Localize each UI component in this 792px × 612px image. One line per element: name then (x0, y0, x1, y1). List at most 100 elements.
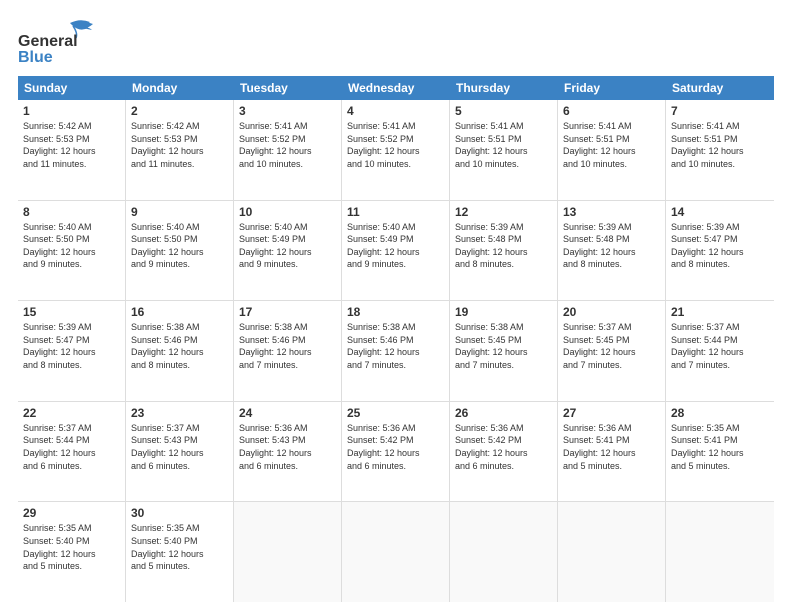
day-info: Sunrise: 5:38 AM Sunset: 5:46 PM Dayligh… (347, 321, 444, 371)
day-number: 2 (131, 104, 228, 118)
header: General Blue (18, 18, 774, 68)
calendar-cell: 13 Sunrise: 5:39 AM Sunset: 5:48 PM Dayli… (558, 201, 666, 301)
day-info: Sunrise: 5:37 AM Sunset: 5:44 PM Dayligh… (671, 321, 769, 371)
day-number: 14 (671, 205, 769, 219)
day-number: 28 (671, 406, 769, 420)
day-info: Sunrise: 5:37 AM Sunset: 5:44 PM Dayligh… (23, 422, 120, 472)
day-number: 19 (455, 305, 552, 319)
day-number: 4 (347, 104, 444, 118)
calendar-cell: 24 Sunrise: 5:36 AM Sunset: 5:43 PM Dayli… (234, 402, 342, 502)
day-info: Sunrise: 5:41 AM Sunset: 5:51 PM Dayligh… (563, 120, 660, 170)
day-number: 22 (23, 406, 120, 420)
day-number: 10 (239, 205, 336, 219)
calendar-cell (666, 502, 774, 602)
day-number: 7 (671, 104, 769, 118)
calendar-cell: 17 Sunrise: 5:38 AM Sunset: 5:46 PM Dayli… (234, 301, 342, 401)
calendar-cell: 11 Sunrise: 5:40 AM Sunset: 5:49 PM Dayli… (342, 201, 450, 301)
day-info: Sunrise: 5:35 AM Sunset: 5:40 PM Dayligh… (131, 522, 228, 572)
day-info: Sunrise: 5:38 AM Sunset: 5:46 PM Dayligh… (239, 321, 336, 371)
day-info: Sunrise: 5:38 AM Sunset: 5:45 PM Dayligh… (455, 321, 552, 371)
day-number: 3 (239, 104, 336, 118)
day-info: Sunrise: 5:40 AM Sunset: 5:49 PM Dayligh… (347, 221, 444, 271)
day-info: Sunrise: 5:36 AM Sunset: 5:41 PM Dayligh… (563, 422, 660, 472)
day-number: 11 (347, 205, 444, 219)
calendar-cell: 1Sunrise: 5:42 AM Sunset: 5:53 PM Daylig… (18, 100, 126, 200)
day-info: Sunrise: 5:42 AM Sunset: 5:53 PM Dayligh… (23, 120, 120, 170)
day-number: 18 (347, 305, 444, 319)
header-thursday: Thursday (450, 76, 558, 100)
calendar-cell: 18 Sunrise: 5:38 AM Sunset: 5:46 PM Dayli… (342, 301, 450, 401)
calendar-header: Sunday Monday Tuesday Wednesday Thursday… (18, 76, 774, 100)
calendar-cell: 22 Sunrise: 5:37 AM Sunset: 5:44 PM Dayli… (18, 402, 126, 502)
logo-svg: General Blue (18, 18, 108, 68)
calendar-cell (558, 502, 666, 602)
day-info: Sunrise: 5:39 AM Sunset: 5:47 PM Dayligh… (671, 221, 769, 271)
day-info: Sunrise: 5:41 AM Sunset: 5:51 PM Dayligh… (671, 120, 769, 170)
calendar-cell (450, 502, 558, 602)
day-info: Sunrise: 5:39 AM Sunset: 5:48 PM Dayligh… (563, 221, 660, 271)
header-friday: Friday (558, 76, 666, 100)
day-number: 16 (131, 305, 228, 319)
day-info: Sunrise: 5:41 AM Sunset: 5:52 PM Dayligh… (239, 120, 336, 170)
calendar-cell: 10 Sunrise: 5:40 AM Sunset: 5:49 PM Dayli… (234, 201, 342, 301)
calendar-row: 15 Sunrise: 5:39 AM Sunset: 5:47 PM Dayli… (18, 301, 774, 402)
day-info: Sunrise: 5:40 AM Sunset: 5:50 PM Dayligh… (131, 221, 228, 271)
calendar-cell: 12 Sunrise: 5:39 AM Sunset: 5:48 PM Dayli… (450, 201, 558, 301)
calendar-row: 22 Sunrise: 5:37 AM Sunset: 5:44 PM Dayli… (18, 402, 774, 503)
calendar-cell: 27 Sunrise: 5:36 AM Sunset: 5:41 PM Dayli… (558, 402, 666, 502)
calendar-cell: 28 Sunrise: 5:35 AM Sunset: 5:41 PM Dayli… (666, 402, 774, 502)
day-info: Sunrise: 5:37 AM Sunset: 5:45 PM Dayligh… (563, 321, 660, 371)
header-sunday: Sunday (18, 76, 126, 100)
day-info: Sunrise: 5:37 AM Sunset: 5:43 PM Dayligh… (131, 422, 228, 472)
day-number: 5 (455, 104, 552, 118)
day-number: 17 (239, 305, 336, 319)
day-number: 13 (563, 205, 660, 219)
day-info: Sunrise: 5:35 AM Sunset: 5:40 PM Dayligh… (23, 522, 120, 572)
day-info: Sunrise: 5:36 AM Sunset: 5:42 PM Dayligh… (347, 422, 444, 472)
calendar-row: 29 Sunrise: 5:35 AM Sunset: 5:40 PM Dayli… (18, 502, 774, 602)
calendar-cell: 26 Sunrise: 5:36 AM Sunset: 5:42 PM Dayli… (450, 402, 558, 502)
calendar-cell: 29 Sunrise: 5:35 AM Sunset: 5:40 PM Dayli… (18, 502, 126, 602)
day-number: 15 (23, 305, 120, 319)
day-number: 12 (455, 205, 552, 219)
day-info: Sunrise: 5:39 AM Sunset: 5:48 PM Dayligh… (455, 221, 552, 271)
day-info: Sunrise: 5:41 AM Sunset: 5:51 PM Dayligh… (455, 120, 552, 170)
day-info: Sunrise: 5:36 AM Sunset: 5:42 PM Dayligh… (455, 422, 552, 472)
calendar-cell: 21Sunrise: 5:37 AM Sunset: 5:44 PM Dayli… (666, 301, 774, 401)
day-info: Sunrise: 5:41 AM Sunset: 5:52 PM Dayligh… (347, 120, 444, 170)
day-number: 27 (563, 406, 660, 420)
calendar-cell: 7 Sunrise: 5:41 AM Sunset: 5:51 PM Daylig… (666, 100, 774, 200)
calendar-cell: 4 Sunrise: 5:41 AM Sunset: 5:52 PM Daylig… (342, 100, 450, 200)
day-info: Sunrise: 5:36 AM Sunset: 5:43 PM Dayligh… (239, 422, 336, 472)
day-info: Sunrise: 5:42 AM Sunset: 5:53 PM Dayligh… (131, 120, 228, 170)
day-number: 23 (131, 406, 228, 420)
day-number: 6 (563, 104, 660, 118)
calendar-cell: 20Sunrise: 5:37 AM Sunset: 5:45 PM Dayli… (558, 301, 666, 401)
calendar-cell: 8 Sunrise: 5:40 AM Sunset: 5:50 PM Daylig… (18, 201, 126, 301)
day-info: Sunrise: 5:39 AM Sunset: 5:47 PM Dayligh… (23, 321, 120, 371)
day-info: Sunrise: 5:40 AM Sunset: 5:49 PM Dayligh… (239, 221, 336, 271)
calendar-cell (234, 502, 342, 602)
day-number: 29 (23, 506, 120, 520)
logo: General Blue (18, 18, 108, 68)
day-info: Sunrise: 5:40 AM Sunset: 5:50 PM Dayligh… (23, 221, 120, 271)
calendar-cell: 23 Sunrise: 5:37 AM Sunset: 5:43 PM Dayli… (126, 402, 234, 502)
calendar-cell: 9 Sunrise: 5:40 AM Sunset: 5:50 PM Daylig… (126, 201, 234, 301)
calendar-cell (342, 502, 450, 602)
day-number: 8 (23, 205, 120, 219)
calendar-cell: 15 Sunrise: 5:39 AM Sunset: 5:47 PM Dayli… (18, 301, 126, 401)
calendar-cell: 5 Sunrise: 5:41 AM Sunset: 5:51 PM Daylig… (450, 100, 558, 200)
header-tuesday: Tuesday (234, 76, 342, 100)
day-info: Sunrise: 5:35 AM Sunset: 5:41 PM Dayligh… (671, 422, 769, 472)
day-number: 26 (455, 406, 552, 420)
calendar-cell: 19 Sunrise: 5:38 AM Sunset: 5:45 PM Dayli… (450, 301, 558, 401)
calendar-row: 8 Sunrise: 5:40 AM Sunset: 5:50 PM Daylig… (18, 201, 774, 302)
calendar-cell: 14 Sunrise: 5:39 AM Sunset: 5:47 PM Dayli… (666, 201, 774, 301)
calendar-cell: 2 Sunrise: 5:42 AM Sunset: 5:53 PM Daylig… (126, 100, 234, 200)
day-number: 9 (131, 205, 228, 219)
day-info: Sunrise: 5:38 AM Sunset: 5:46 PM Dayligh… (131, 321, 228, 371)
day-number: 30 (131, 506, 228, 520)
header-wednesday: Wednesday (342, 76, 450, 100)
calendar-row: 1Sunrise: 5:42 AM Sunset: 5:53 PM Daylig… (18, 100, 774, 201)
day-number: 24 (239, 406, 336, 420)
